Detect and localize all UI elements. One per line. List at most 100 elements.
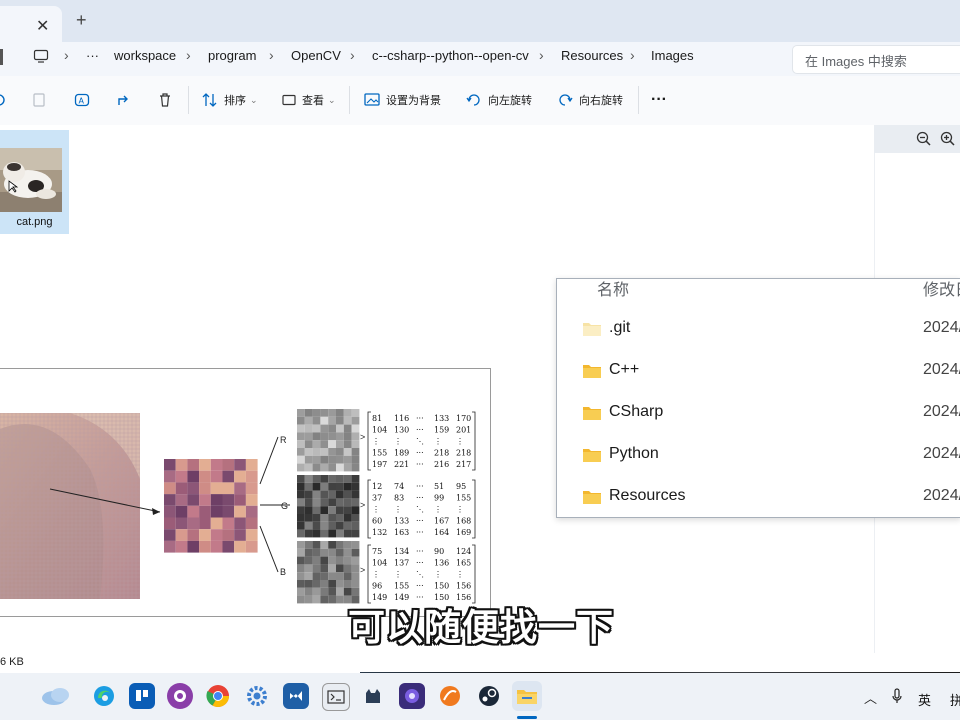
folder-row[interactable]: .git 2024/ bbox=[557, 309, 960, 351]
rotate-right-button[interactable]: 向右旋转 bbox=[557, 90, 623, 110]
column-header-modified[interactable]: 修改日 bbox=[923, 276, 960, 300]
status-bar: 6 KB bbox=[0, 653, 960, 673]
channel-pixel bbox=[328, 416, 336, 425]
rename-icon[interactable]: A bbox=[74, 90, 96, 110]
folder-row[interactable]: Resources 2024/ bbox=[557, 477, 960, 519]
breadcrumb-opencv[interactable]: OpenCV bbox=[291, 48, 341, 63]
terminal-icon[interactable] bbox=[322, 683, 350, 711]
matrix-cell: 170 bbox=[456, 414, 471, 423]
channel-pixel bbox=[320, 529, 329, 538]
channel-pixel bbox=[312, 455, 321, 464]
channel-pixel bbox=[328, 529, 336, 538]
delete-icon[interactable] bbox=[158, 90, 178, 110]
folder-row[interactable]: C++ 2024/ bbox=[557, 351, 960, 393]
channel-pixel bbox=[304, 521, 313, 530]
matrix-cell: 90 bbox=[434, 547, 444, 556]
channel-pixel bbox=[297, 448, 305, 456]
channel-pixel bbox=[343, 506, 352, 514]
zoom-pixel bbox=[199, 482, 211, 495]
rgb-figure: R G B >81 116 ··· 133 170 104 130 ··· 159 201 ⋮ ⋮ ⋱ ⋮… bbox=[0, 409, 476, 604]
share-icon[interactable] bbox=[116, 90, 138, 110]
chevron-right-icon: › bbox=[539, 47, 544, 63]
set-background-label: 设置为背景 bbox=[386, 95, 441, 107]
breadcrumb-program[interactable]: program bbox=[208, 48, 256, 63]
folder-row[interactable]: CSharp 2024/ bbox=[557, 393, 960, 435]
obs-style-icon[interactable] bbox=[399, 683, 425, 709]
file-explorer-icon[interactable] bbox=[512, 681, 542, 711]
tab-current[interactable]: ✕ bbox=[0, 6, 62, 42]
more-options-button[interactable]: ··· bbox=[651, 90, 667, 110]
breadcrumb-resources[interactable]: Resources bbox=[561, 48, 623, 63]
channel-pixel bbox=[304, 514, 313, 522]
rotate-left-button[interactable]: 向左旋转 bbox=[466, 90, 532, 110]
tab-strip: ✕ + bbox=[0, 0, 960, 42]
zoom-in-icon[interactable] bbox=[940, 131, 956, 152]
channel-pixel bbox=[343, 564, 352, 573]
set-background-button[interactable]: 设置为背景 bbox=[364, 90, 441, 110]
edge-browser-icon[interactable] bbox=[91, 683, 117, 709]
channel-pixel bbox=[336, 416, 344, 425]
photo-grid bbox=[0, 413, 140, 599]
matrix-cell: ··· bbox=[416, 494, 424, 503]
steam-icon[interactable] bbox=[476, 683, 502, 709]
channel-pixel bbox=[320, 416, 329, 425]
channel-pixel bbox=[312, 595, 321, 604]
search-input[interactable]: 在 Images 中搜索 bbox=[792, 45, 960, 74]
zoom-pixel bbox=[210, 482, 223, 495]
matrix-r: >81 116 ··· 133 170 104 130 ··· 159 201 ⋮ ⋮ ⋱ ⋮ ⋮ 155 18… bbox=[360, 411, 476, 471]
zoom-pixel bbox=[210, 517, 223, 530]
divider bbox=[349, 86, 350, 114]
channel-pixel bbox=[297, 541, 305, 549]
sort-button[interactable]: 排序 ⌄ bbox=[202, 90, 258, 110]
nav-edge-icon[interactable] bbox=[0, 49, 3, 65]
channel-pixel bbox=[351, 409, 360, 417]
trello-icon[interactable] bbox=[129, 683, 155, 709]
breadcrumb-images[interactable]: Images bbox=[651, 48, 694, 63]
breadcrumb-workspace[interactable]: workspace bbox=[114, 48, 176, 63]
zoom-pixel bbox=[164, 470, 176, 483]
channel-pixel bbox=[312, 529, 321, 538]
channel-pixel bbox=[336, 463, 344, 472]
column-header-name[interactable]: 名称 bbox=[597, 276, 629, 300]
channel-pixel bbox=[312, 506, 321, 514]
channel-pixel bbox=[312, 587, 321, 596]
channel-pixel bbox=[320, 482, 329, 491]
breadcrumb-repo[interactable]: c--csharp--python--open-cv bbox=[372, 48, 529, 63]
cat-thumbnail[interactable] bbox=[0, 148, 62, 212]
settings-gear-icon[interactable] bbox=[244, 683, 270, 709]
matrix-cell: ··· bbox=[416, 426, 424, 435]
channel-pixel bbox=[320, 432, 329, 441]
zoom-pixel bbox=[222, 459, 235, 471]
computer-icon[interactable] bbox=[33, 48, 49, 69]
channel-pixel bbox=[320, 506, 329, 514]
chrome-icon[interactable] bbox=[205, 683, 231, 709]
channel-pixel bbox=[328, 424, 336, 433]
channel-pixel bbox=[351, 498, 360, 507]
view-button[interactable]: 查看 ⌄ bbox=[282, 90, 336, 110]
channel-b-label: B bbox=[280, 567, 286, 577]
input-language-indicator[interactable]: 英 bbox=[918, 690, 931, 709]
new-icon[interactable] bbox=[0, 90, 12, 110]
matrix-cell: 124 bbox=[456, 547, 471, 556]
cat-app-icon[interactable] bbox=[360, 683, 386, 709]
channel-pixel bbox=[343, 587, 352, 596]
ime-mode-indicator[interactable]: 拼 bbox=[950, 690, 960, 709]
matrix-cell: ⋮ bbox=[456, 437, 464, 446]
preview-toolbar bbox=[874, 125, 960, 153]
matrix-cell: 81 bbox=[372, 414, 382, 423]
close-icon[interactable]: ✕ bbox=[36, 16, 49, 36]
channel-pixel bbox=[304, 424, 313, 433]
visual-studio-icon[interactable] bbox=[283, 683, 309, 709]
orange-app-icon[interactable] bbox=[437, 683, 463, 709]
weather-icon[interactable] bbox=[40, 683, 72, 709]
folder-row[interactable]: Python 2024/ bbox=[557, 435, 960, 477]
microphone-icon[interactable] bbox=[891, 688, 903, 709]
chevron-up-icon[interactable]: ︿ bbox=[864, 688, 877, 707]
new-tab-button[interactable]: + bbox=[76, 10, 87, 31]
breadcrumb-more[interactable]: ··· bbox=[86, 48, 99, 63]
zoom-out-icon[interactable] bbox=[916, 131, 932, 152]
channel-pixel bbox=[312, 498, 321, 507]
view-icon bbox=[282, 94, 296, 106]
copy-icon[interactable] bbox=[32, 90, 52, 110]
github-desktop-icon[interactable] bbox=[167, 683, 193, 709]
